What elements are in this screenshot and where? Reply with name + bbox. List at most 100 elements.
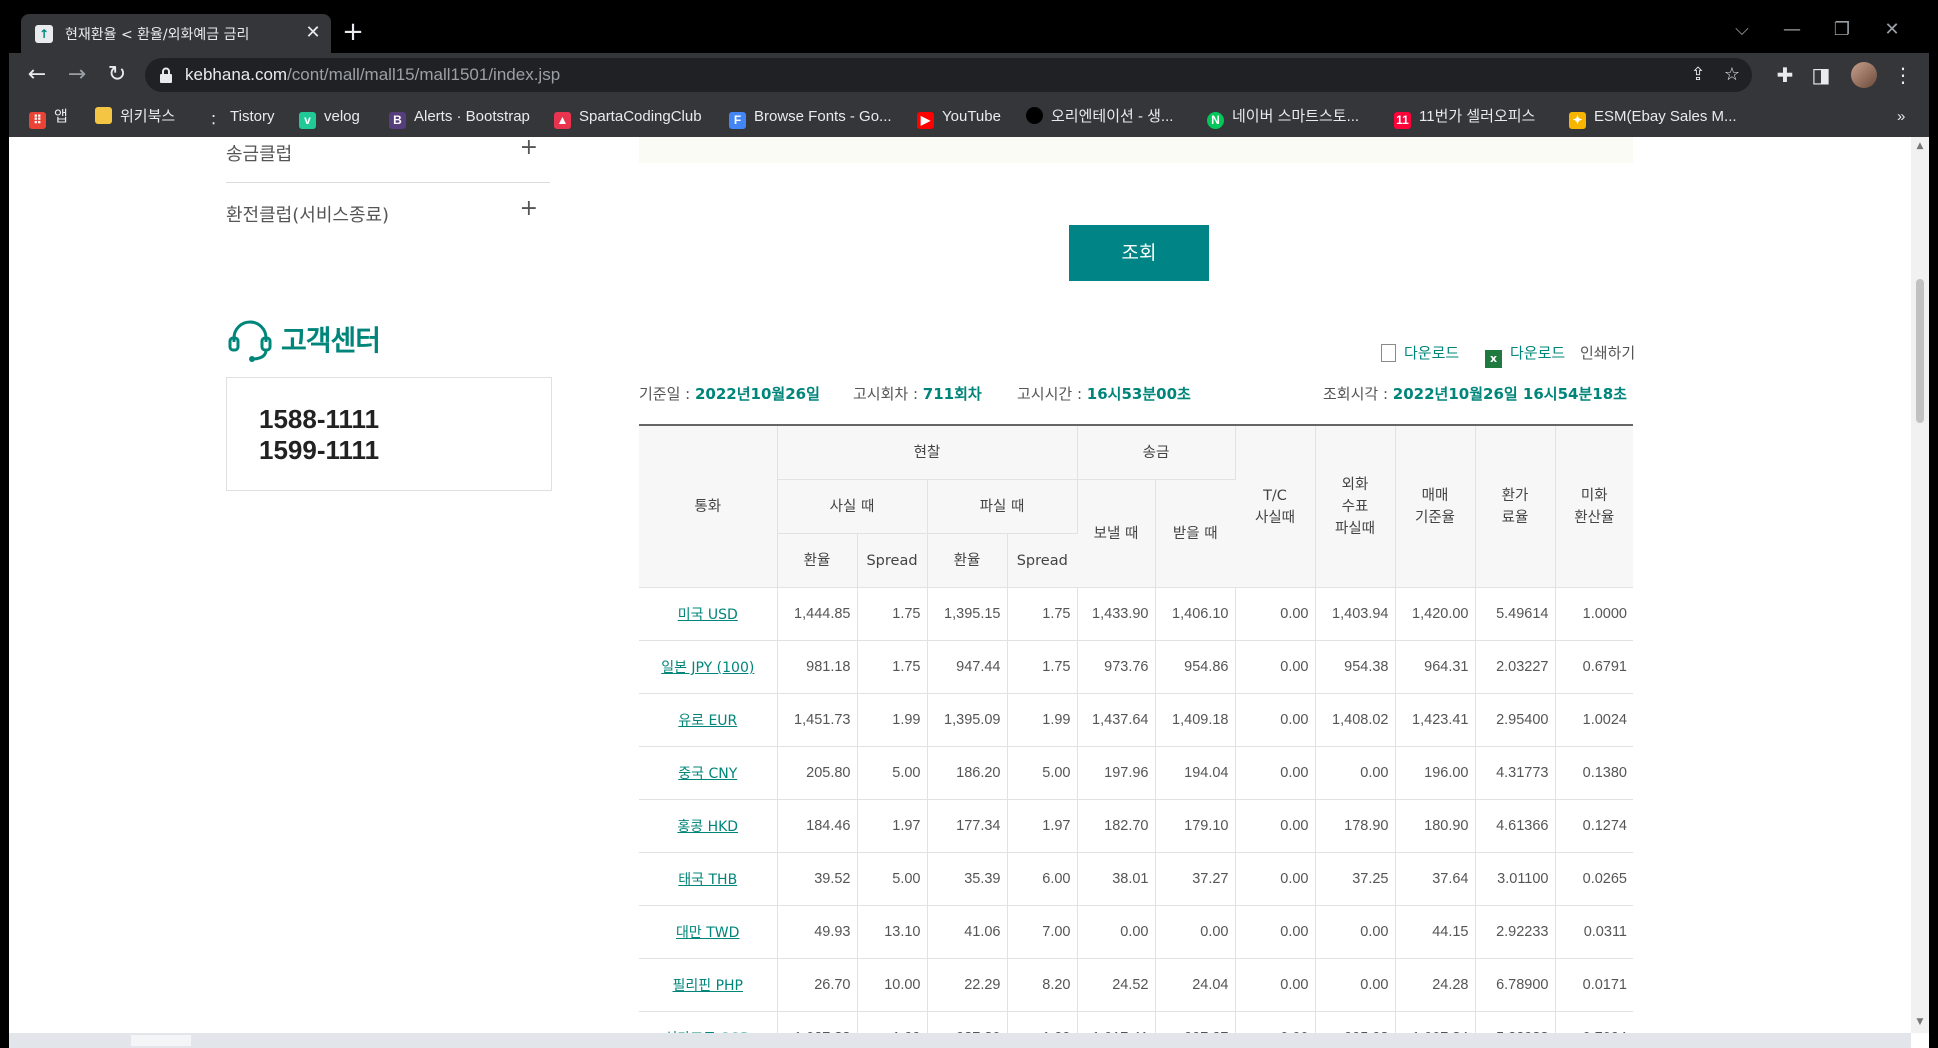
cell-cash-sell-rate: 35.39 <box>927 852 1008 906</box>
currency-link[interactable]: 필리핀 PHP <box>672 978 743 994</box>
bookmark-tistory[interactable]: ⁚ Tistory <box>205 105 274 129</box>
currency-link[interactable]: 태국 THB <box>678 872 737 888</box>
cell-tc-buy: 0.00 <box>1235 587 1316 641</box>
cell-conversion-rate: 4.61366 <box>1475 799 1556 853</box>
cell-conversion-rate: 2.92233 <box>1475 905 1556 959</box>
notice-time: 고시시간 : 16시53분00초 <box>1017 385 1191 403</box>
bookmark-smartstore[interactable]: N 네이버 스마트스토... <box>1207 105 1359 129</box>
cell-tc-buy: 0.00 <box>1235 852 1316 906</box>
cell-remit-receive: 24.04 <box>1155 958 1236 1012</box>
cell-base-rate: 44.15 <box>1395 905 1476 959</box>
table-row: 대만 TWD 49.93 13.10 41.06 7.00 0.00 0.00 0.00 0.0… <box>639 905 1633 959</box>
sidebar-item-remit-club[interactable]: 송금클럽 + <box>226 137 550 183</box>
cell-remit-send: 973.76 <box>1077 640 1156 694</box>
cell-cash-sell-rate: 1,395.15 <box>927 587 1008 641</box>
cell-cash-buy-spread: 13.10 <box>857 905 928 959</box>
bookmark-11st[interactable]: 11 11번가 셀러오피스 <box>1394 105 1535 129</box>
tab-search-icon[interactable]: ⌵ <box>1722 17 1762 43</box>
scroll-up-icon[interactable]: ▲ <box>1915 141 1925 151</box>
address-bar[interactable]: kebhana.com/cont/mall/mall15/mall1501/in… <box>145 58 1752 92</box>
expand-plus-icon[interactable]: + <box>520 137 538 160</box>
scrollbar-thumb[interactable] <box>1916 279 1924 423</box>
lock-icon <box>160 67 172 83</box>
back-arrow-icon[interactable]: ← <box>23 61 51 89</box>
download-excel-link[interactable]: x 다운로드 <box>1485 342 1565 368</box>
th-cash: 현찰 <box>777 424 1078 480</box>
sidebar-item-exchange-club[interactable]: 환전클럽(서비스종료) + <box>226 183 550 243</box>
cell-check-sell: 0.00 <box>1315 746 1396 800</box>
cell-cash-sell-spread: 1.99 <box>1007 693 1078 747</box>
page-viewport: 송금클럽 + 환전클럽(서비스종료) + 고객센터 1588-1111 1599… <box>9 137 1929 1048</box>
cell-cash-sell-rate: 947.44 <box>927 640 1008 694</box>
cell-cash-buy-spread: 5.00 <box>857 852 928 906</box>
profile-avatar[interactable] <box>1851 62 1877 88</box>
bookmark-orientation[interactable]: 오리엔테이션 - 생... <box>1026 105 1173 129</box>
bookmark-wikibooks[interactable]: 위키북스 <box>95 105 175 129</box>
forward-arrow-icon[interactable]: → <box>63 61 91 89</box>
print-link[interactable]: 인쇄하기 <box>1580 342 1635 364</box>
download-link[interactable]: 다운로드 <box>1381 342 1459 364</box>
horizontal-scrollbar[interactable] <box>9 1033 1911 1048</box>
browser-tab[interactable]: ↑ 현재환율 < 환율/외화예금 금리 ✕ <box>21 14 331 53</box>
currency-link[interactable]: 중국 CNY <box>678 766 737 782</box>
bookmark-star-icon[interactable]: ☆ <box>1720 63 1744 87</box>
tab-close-icon[interactable]: ✕ <box>301 21 325 45</box>
new-tab-button[interactable]: + <box>339 19 367 47</box>
currency-link[interactable]: 미국 USD <box>678 607 738 623</box>
bookmarks-overflow-icon[interactable]: » <box>1897 105 1905 129</box>
url-text[interactable]: kebhana.com/cont/mall/mall15/mall1501/in… <box>185 65 560 85</box>
cell-currency[interactable]: 태국 THB <box>639 852 778 906</box>
currency-link[interactable]: 대만 TWD <box>676 925 739 941</box>
menu-kebab-icon[interactable]: ⋮ <box>1889 61 1917 89</box>
th-buy: 사실 때 <box>777 479 928 534</box>
cell-currency[interactable]: 홍콩 HKD <box>639 799 778 853</box>
apps-grid-icon: ⠿ <box>29 112 46 129</box>
th-spread: Spread <box>857 533 928 588</box>
currency-link[interactable]: 홍콩 HKD <box>677 819 738 835</box>
bookmark-esm[interactable]: ✦ ESM(Ebay Sales M... <box>1569 105 1737 129</box>
cell-currency[interactable]: 미국 USD <box>639 587 778 641</box>
search-form-area <box>639 137 1633 163</box>
cell-currency[interactable]: 필리핀 PHP <box>639 958 778 1012</box>
vertical-scrollbar[interactable]: ▲ ▼ <box>1911 137 1929 1033</box>
cell-currency[interactable]: 중국 CNY <box>639 746 778 800</box>
horizontal-scrollbar-thumb[interactable] <box>131 1035 191 1046</box>
th-rate: 환율 <box>927 533 1008 588</box>
table-row: 유로 EUR 1,451.73 1.99 1,395.09 1.99 1,437.64 1,… <box>639 693 1633 747</box>
share-icon[interactable]: ⇪ <box>1686 63 1710 87</box>
cell-cash-sell-spread: 1.75 <box>1007 587 1078 641</box>
cell-remit-receive: 1,409.18 <box>1155 693 1236 747</box>
browser-chrome: ↑ 현재환율 < 환율/외화예금 금리 ✕ + ⌵ — ❐ ✕ ← → ↻ ke… <box>9 9 1929 138</box>
scroll-down-icon[interactable]: ▼ <box>1915 1017 1925 1027</box>
extensions-puzzle-icon[interactable]: ✚ <box>1771 61 1799 89</box>
bookmark-youtube[interactable]: ▶ YouTube <box>917 105 1001 129</box>
cell-usd-rate: 0.1380 <box>1555 746 1633 800</box>
folder-icon <box>95 107 112 124</box>
close-window-button[interactable]: ✕ <box>1872 17 1912 43</box>
currency-link[interactable]: 유로 EUR <box>678 713 737 729</box>
bookmark-velog[interactable]: v velog <box>299 105 360 129</box>
cell-cash-buy-rate: 981.18 <box>777 640 858 694</box>
th-send: 보낼 때 <box>1077 479 1156 588</box>
cell-base-rate: 37.64 <box>1395 852 1476 906</box>
bookmark-sparta[interactable]: ▲ SpartaCodingClub <box>554 105 702 129</box>
minimize-button[interactable]: — <box>1772 17 1812 43</box>
bookmark-bootstrap[interactable]: B Alerts · Bootstrap <box>389 105 530 129</box>
cell-remit-send: 24.52 <box>1077 958 1156 1012</box>
search-button[interactable]: 조회 <box>1069 225 1209 281</box>
restore-button[interactable]: ❐ <box>1822 17 1862 43</box>
expand-plus-icon[interactable]: + <box>520 197 538 221</box>
cell-remit-receive: 954.86 <box>1155 640 1236 694</box>
cell-currency[interactable]: 대만 TWD <box>639 905 778 959</box>
cell-cash-buy-spread: 1.75 <box>857 587 928 641</box>
bookmark-apps[interactable]: ⠿ 앱 <box>29 105 68 129</box>
cell-usd-rate: 1.0000 <box>1555 587 1633 641</box>
reload-icon[interactable]: ↻ <box>103 61 131 89</box>
cell-currency[interactable]: 일본 JPY (100) <box>639 640 778 694</box>
bookmark-google-fonts[interactable]: F Browse Fonts - Go... <box>729 105 892 129</box>
th-base-rate: 매매 기준율 <box>1395 424 1476 588</box>
currency-link[interactable]: 일본 JPY (100) <box>661 660 754 676</box>
side-panel-icon[interactable]: ◨ <box>1807 61 1835 89</box>
cell-currency[interactable]: 유로 EUR <box>639 693 778 747</box>
exchange-rate-table: 통화 현찰 송금 T/C 사실때 외화 수표 파실때 매매 기준율 환가 료율 … <box>639 424 1633 1048</box>
